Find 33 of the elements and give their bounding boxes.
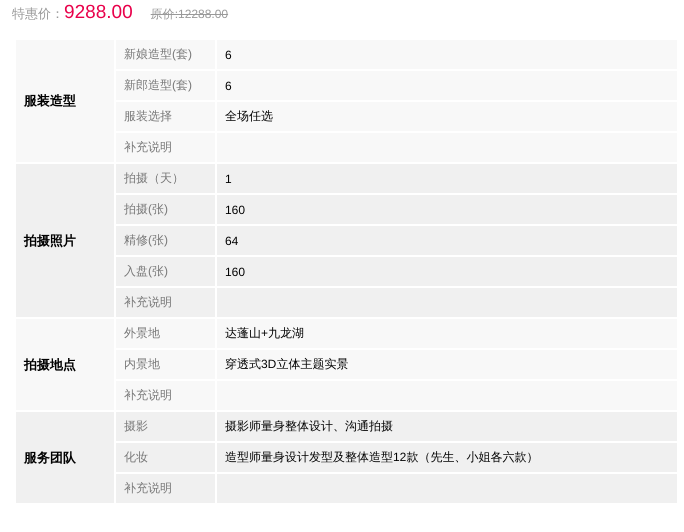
- table-cell: 内景地: [115, 349, 216, 380]
- table-cell: 摄影: [115, 411, 216, 442]
- table-cell: 160: [216, 256, 678, 287]
- table-cell: 64: [216, 225, 678, 256]
- table-cell: 新郎造型(套): [115, 70, 216, 101]
- table-cell: 精修(张): [115, 225, 216, 256]
- table-cell: 化妆: [115, 442, 216, 473]
- table-cell: 摄影师量身整体设计、沟通拍摄: [216, 411, 678, 442]
- table-cell: 造型师量身设计发型及整体造型12款（先生、小姐各六款）: [216, 442, 678, 473]
- table-cell: 外景地: [115, 318, 216, 349]
- table-cell: 160: [216, 194, 678, 225]
- table-cell: 穿透式3D立体主题实景: [216, 349, 678, 380]
- original-price: 原价:12288.00: [150, 6, 228, 23]
- table-cell: 达蓬山+九龙湖: [216, 318, 678, 349]
- table-cell: 全场任选: [216, 101, 678, 132]
- category-cell: 拍摄照片: [15, 163, 115, 318]
- table-cell: 补充说明: [115, 287, 216, 318]
- sale-price: 9288.00: [64, 2, 133, 24]
- category-cell: 拍摄地点: [15, 318, 115, 411]
- table-cell: 6: [216, 70, 678, 101]
- table-cell: 6: [216, 39, 678, 70]
- table-cell: 拍摄(张): [115, 194, 216, 225]
- table-cell: 拍摄（天）: [115, 163, 216, 194]
- table-cell: 1: [216, 163, 678, 194]
- table-cell: 补充说明: [115, 132, 216, 163]
- table-cell: 新娘造型(套): [115, 39, 216, 70]
- category-cell: 服装造型: [15, 39, 115, 163]
- table-cell: 补充说明: [115, 380, 216, 411]
- sale-price-label: 特惠价：: [12, 5, 64, 23]
- table-cell: 服装选择: [115, 101, 216, 132]
- category-cell: 服务团队: [15, 411, 115, 504]
- table-cell: 补充说明: [115, 473, 216, 504]
- table-cell: 入盘(张): [115, 256, 216, 287]
